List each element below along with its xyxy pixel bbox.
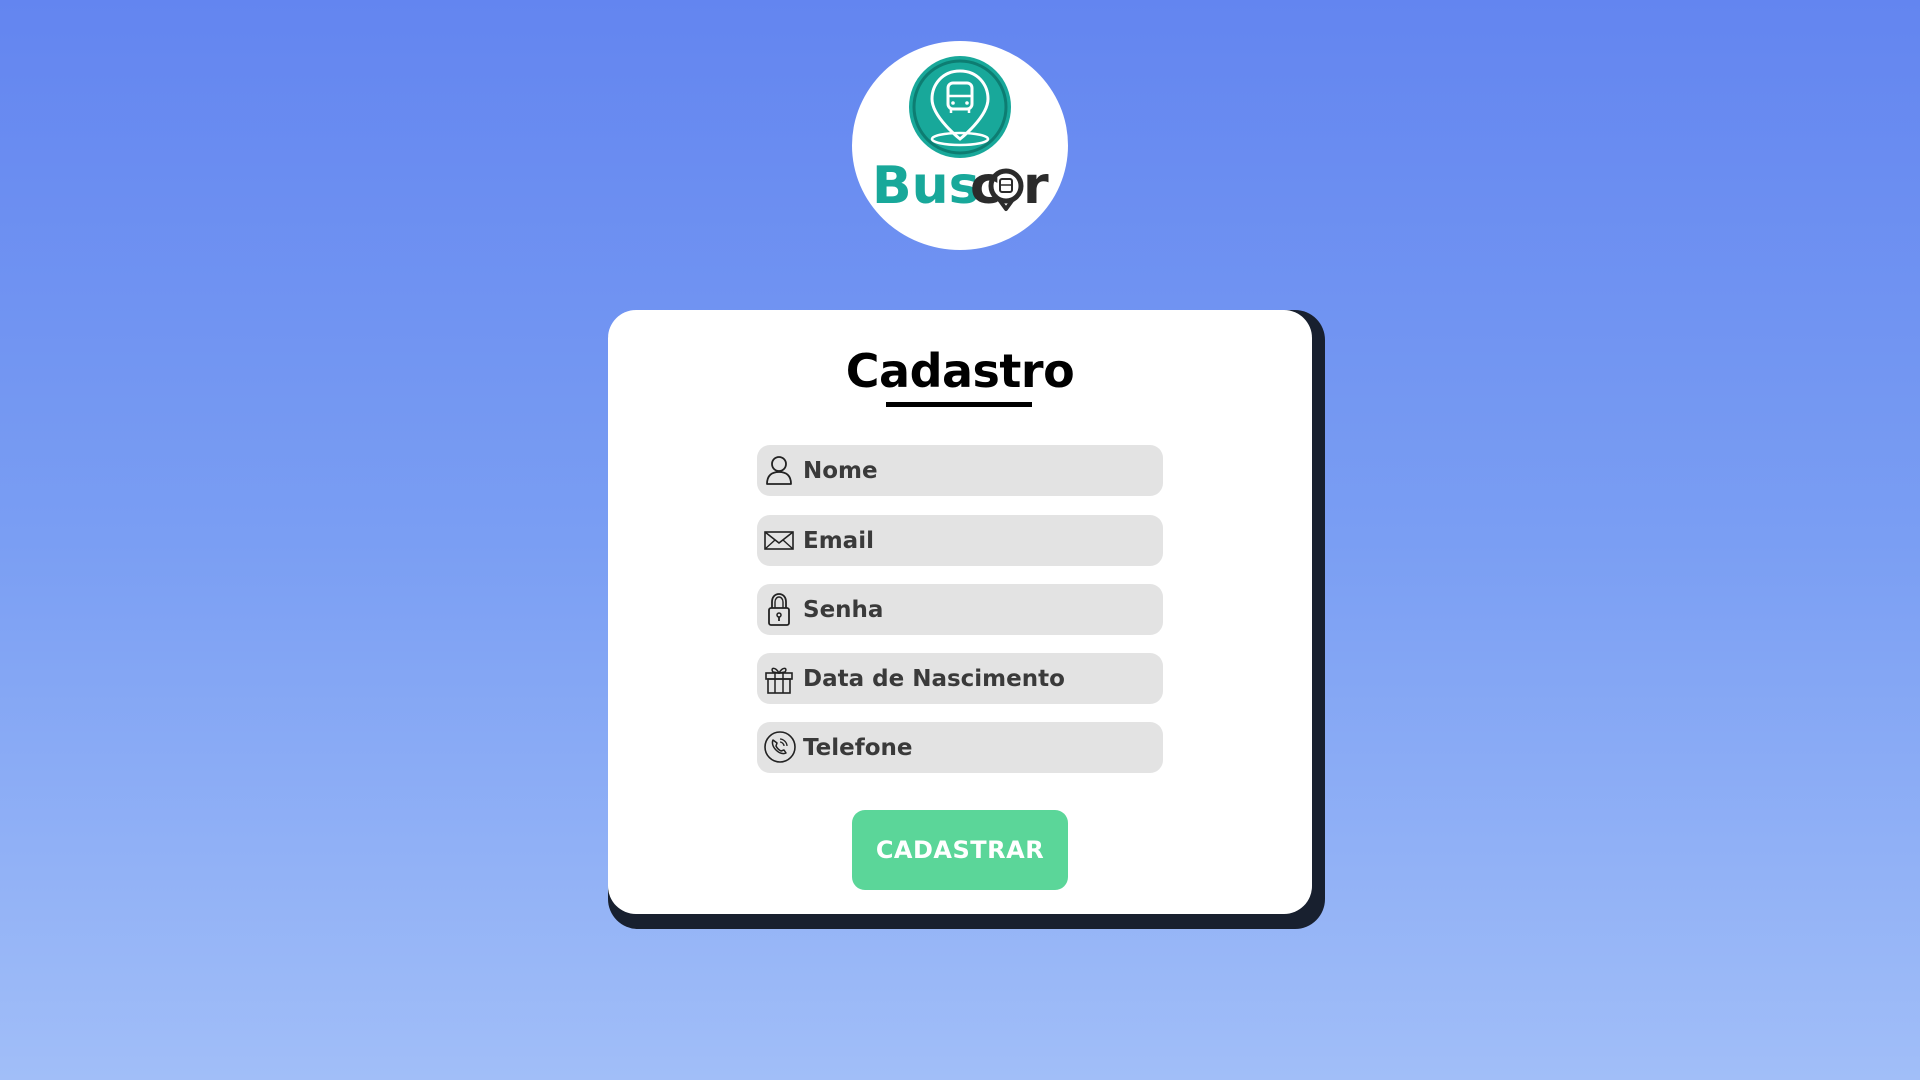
phone-input[interactable] — [803, 722, 1153, 773]
password-input[interactable] — [803, 584, 1153, 635]
password-field[interactable] — [757, 584, 1163, 635]
title-underline — [886, 402, 1032, 407]
lock-icon — [768, 593, 790, 626]
page-title: Cadastro — [845, 344, 1075, 398]
logo-wordmark: Bus c r — [872, 156, 1049, 216]
signup-card: Cadastro Nome Email Data de Nascimento T… — [608, 310, 1312, 914]
gift-icon — [765, 667, 793, 694]
name-input[interactable] — [803, 445, 1153, 496]
user-icon — [766, 456, 792, 485]
envelope-icon — [764, 531, 794, 550]
email-field[interactable] — [757, 515, 1163, 566]
birthdate-field[interactable] — [757, 653, 1163, 704]
logo-text-r: r — [1023, 156, 1049, 216]
logo-text-bus: Bus — [872, 156, 980, 216]
submit-button[interactable]: CADASTRAR — [852, 810, 1068, 890]
birthdate-input[interactable] — [803, 653, 1153, 704]
phone-field[interactable] — [757, 722, 1163, 773]
logo: Bus c r — [852, 41, 1068, 250]
phone-icon — [764, 731, 796, 763]
email-input[interactable] — [803, 515, 1153, 566]
name-field[interactable] — [757, 445, 1163, 496]
logo-text-c: c — [970, 156, 1001, 216]
